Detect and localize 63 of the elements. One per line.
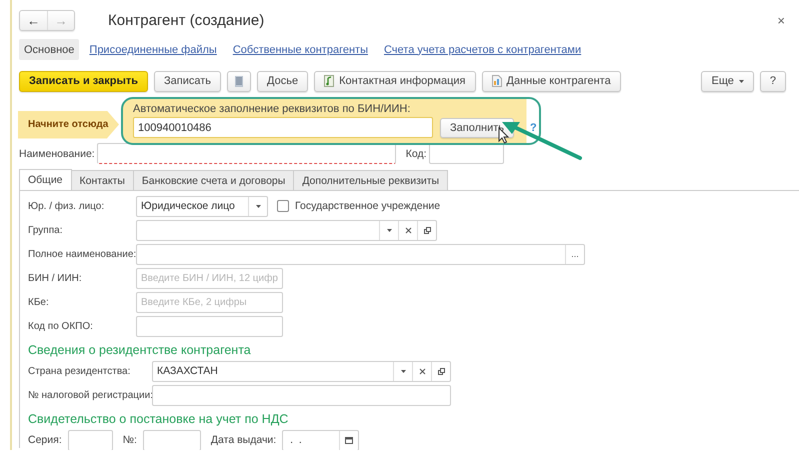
back-button[interactable]: ←: [20, 11, 47, 30]
ellipsis-button[interactable]: ...: [571, 249, 579, 259]
toolbar-button[interactable]: Записать: [154, 70, 222, 92]
dropdown-icon[interactable]: [400, 368, 406, 374]
toolbar-button[interactable]: Данные контрагента: [482, 70, 621, 92]
field-label: Код по ОКПО:: [28, 320, 94, 332]
field-label: Серия:: [28, 434, 62, 446]
open-icon[interactable]: [424, 226, 430, 234]
dropdown-icon[interactable]: [386, 226, 392, 234]
field-label: Наименование:: [19, 148, 95, 160]
open-icon[interactable]: [438, 368, 444, 374]
section-link[interactable]: Присоединенные файлы: [84, 39, 222, 60]
toolbar-button[interactable]: Досье: [257, 70, 308, 92]
reference-field[interactable]: КАЗАХСТАН: [152, 360, 451, 382]
clear-icon[interactable]: [418, 368, 426, 374]
date-field[interactable]: . .: [282, 430, 360, 450]
checkbox[interactable]: Государственное учреждение: [277, 197, 444, 215]
list-icon: [234, 76, 244, 86]
help-button[interactable]: ?: [760, 70, 786, 92]
input-field[interactable]: ...: [136, 244, 585, 264]
tab[interactable]: Контакты: [70, 170, 134, 190]
input-field[interactable]: [96, 143, 396, 164]
tab[interactable]: Общие: [19, 169, 72, 190]
dropdown-icon[interactable]: [254, 202, 262, 210]
legal-form-dropdown[interactable]: Юридическое лицо: [136, 196, 268, 216]
field-label: КБе:: [28, 296, 50, 308]
contact-card-icon: [324, 75, 334, 87]
calendar-icon[interactable]: [345, 436, 354, 444]
start-here-callout: Начните отсюда: [18, 110, 119, 138]
list-button[interactable]: [227, 70, 252, 92]
input-field[interactable]: [68, 430, 113, 450]
close-button[interactable]: ×: [777, 13, 785, 28]
toolbar-button[interactable]: Контактная информация: [314, 70, 476, 92]
reference-field[interactable]: [136, 220, 437, 240]
clear-icon[interactable]: [404, 226, 412, 234]
field-label: №:: [122, 434, 137, 446]
section-heading: Сведения о резидентстве контрагента: [28, 342, 252, 358]
input-field[interactable]: [136, 316, 283, 336]
tab[interactable]: Дополнительные реквизиты: [293, 170, 448, 190]
checkbox-square[interactable]: [277, 200, 289, 212]
document-chart-icon: [492, 75, 502, 87]
input-field[interactable]: [428, 143, 504, 164]
field-label: Полное наименование:: [28, 248, 136, 260]
section-link[interactable]: Счета учета расчетов с контрагентами: [378, 39, 586, 60]
field-label: Дата выдачи:: [210, 434, 276, 446]
window-title: Контрагент (создание): [108, 12, 264, 29]
field-label: Код:: [406, 148, 426, 160]
section-tab[interactable]: Основное: [19, 39, 80, 60]
input-field[interactable]: [142, 430, 201, 450]
autofill-label: Автоматическое заполнение реквизитов по БИН/ИИН:: [133, 103, 412, 115]
tab[interactable]: Банковские счета и договоры: [132, 170, 294, 190]
field-label: Страна резидентства:: [28, 366, 132, 376]
more-button[interactable]: Еще: [701, 70, 754, 92]
field-label: Юр. / физ. лицо:: [28, 200, 106, 212]
field-label: БИН / ИИН:: [28, 272, 83, 284]
input-field[interactable]: [152, 384, 451, 406]
save-and-close-button[interactable]: Записать и закрыть: [19, 70, 148, 92]
field-label: № налоговой регистрации:: [28, 390, 152, 400]
field-label: Группа:: [28, 224, 64, 236]
caret-icon: [738, 80, 744, 82]
bin-input-field[interactable]: 100940010486: [133, 117, 433, 138]
section-heading: Свидетельство о постановке на учет по НДС: [28, 411, 290, 427]
section-link[interactable]: Собственные контрагенты: [228, 39, 373, 60]
